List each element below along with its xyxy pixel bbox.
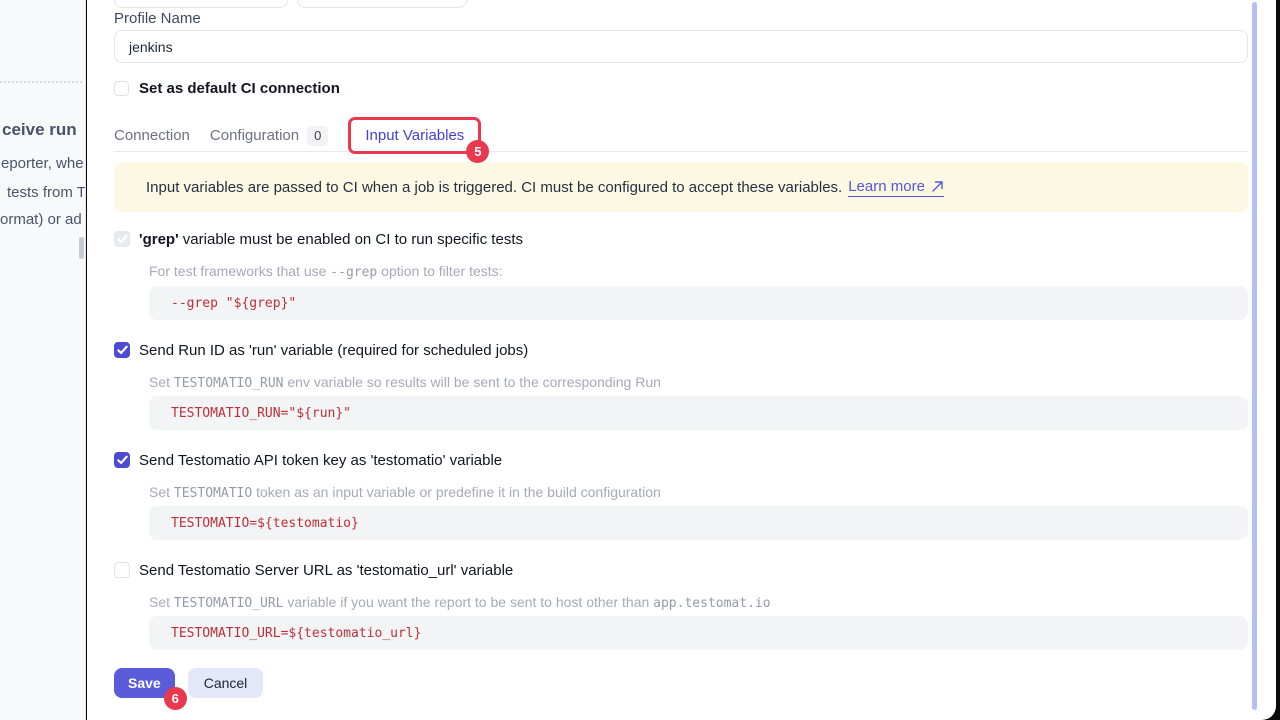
tab-connection[interactable]: Connection	[114, 127, 190, 144]
cancel-button-label: Cancel	[204, 675, 248, 691]
tab-bar: Connection Configuration 0 Input Variabl…	[114, 120, 1248, 152]
background-text-fragment: eporter, whe	[1, 155, 84, 172]
default-ci-checkbox-label: Set as default CI connection	[139, 80, 340, 97]
server-url-command: TESTOMATIO_URL=${testomatio_url}	[171, 626, 421, 641]
check-icon	[117, 455, 128, 465]
grep-command: --grep "${grep}"	[171, 296, 296, 311]
server-url-helper: Set TESTOMATIO_URL variable if you want …	[149, 594, 1248, 610]
server-url-checkbox[interactable]	[114, 562, 130, 578]
grep-code-block: --grep "${grep}"	[149, 286, 1248, 320]
inline-code: TESTOMATIO_RUN	[174, 376, 284, 391]
inline-code: --grep	[330, 265, 377, 280]
background-heading-fragment: ceive run	[2, 120, 77, 140]
info-banner-text: Input variables are passed to CI when a …	[146, 179, 842, 196]
annotation-step-badge-5: 5	[466, 140, 489, 163]
grep-checkbox	[114, 231, 130, 247]
cutoff-input-left[interactable]	[114, 0, 288, 8]
server-url-label: Send Testomatio Server URL as 'testomati…	[139, 562, 513, 579]
run-id-helper: Set TESTOMATIO_RUN env variable so resul…	[149, 374, 1248, 390]
tab-configuration-label: Configuration	[210, 127, 299, 144]
cutoff-input-right[interactable]	[297, 0, 467, 8]
learn-more-label: Learn more	[848, 178, 925, 195]
run-id-command: TESTOMATIO_RUN="${run}"	[171, 406, 351, 421]
check-icon	[117, 234, 128, 244]
profile-name-input[interactable]: jenkins	[114, 30, 1248, 63]
inline-code: app.testomat.io	[653, 596, 770, 611]
server-url-code-block: TESTOMATIO_URL=${testomatio_url}	[149, 616, 1248, 650]
annotation-highlight-box: Input Variables 5	[348, 117, 481, 154]
info-banner: Input variables are passed to CI when a …	[114, 162, 1248, 212]
run-id-checkbox[interactable]	[114, 342, 130, 358]
run-id-label: Send Run ID as 'run' variable (required …	[139, 342, 528, 359]
api-token-code-block: TESTOMATIO=${testomatio}	[149, 506, 1248, 540]
api-token-command: TESTOMATIO=${testomatio}	[171, 516, 359, 531]
profile-name-value: jenkins	[129, 39, 173, 55]
learn-more-link[interactable]: Learn more	[848, 178, 944, 197]
default-ci-checkbox[interactable]	[114, 81, 129, 96]
tab-input-variables[interactable]: Input Variables	[365, 127, 464, 144]
cancel-button[interactable]: Cancel	[188, 668, 264, 698]
left-panel-scrollbar-thumb[interactable]	[79, 237, 84, 259]
run-id-code-block: TESTOMATIO_RUN="${run}"	[149, 396, 1248, 430]
profile-name-label: Profile Name	[114, 10, 1248, 28]
tab-configuration[interactable]: Configuration 0	[210, 126, 328, 146]
screen: ceive run eporter, whe tests from T orma…	[0, 0, 1280, 720]
dashed-divider	[0, 81, 82, 83]
background-text-fragment: tests from T	[7, 184, 86, 201]
grep-helper: For test frameworks that use --grep opti…	[149, 263, 1248, 279]
check-icon	[117, 345, 128, 355]
grep-label: 'grep' variable must be enabled on CI to…	[139, 231, 523, 248]
save-button[interactable]: Save 6	[114, 668, 175, 698]
external-link-icon	[931, 180, 944, 193]
inline-code: TESTOMATIO	[174, 486, 252, 501]
cutoff-inputs-row	[114, 0, 1248, 8]
save-button-label: Save	[128, 675, 161, 691]
api-token-label: Send Testomatio API token key as 'testom…	[139, 452, 502, 469]
modal-scrollbar-thumb[interactable]	[1252, 2, 1257, 710]
ci-connection-modal: Profile Name jenkins Set as default CI c…	[87, 0, 1276, 720]
configuration-count-badge: 0	[307, 126, 328, 146]
annotation-step-badge-6: 6	[164, 687, 187, 710]
inline-code: TESTOMATIO_URL	[174, 596, 284, 611]
api-token-helper: Set TESTOMATIO token as an input variabl…	[149, 484, 1248, 500]
api-token-checkbox[interactable]	[114, 452, 130, 468]
background-page-fragment: ceive run eporter, whe tests from T orma…	[0, 0, 86, 720]
background-text-fragment: ormat) or ad	[0, 211, 82, 228]
